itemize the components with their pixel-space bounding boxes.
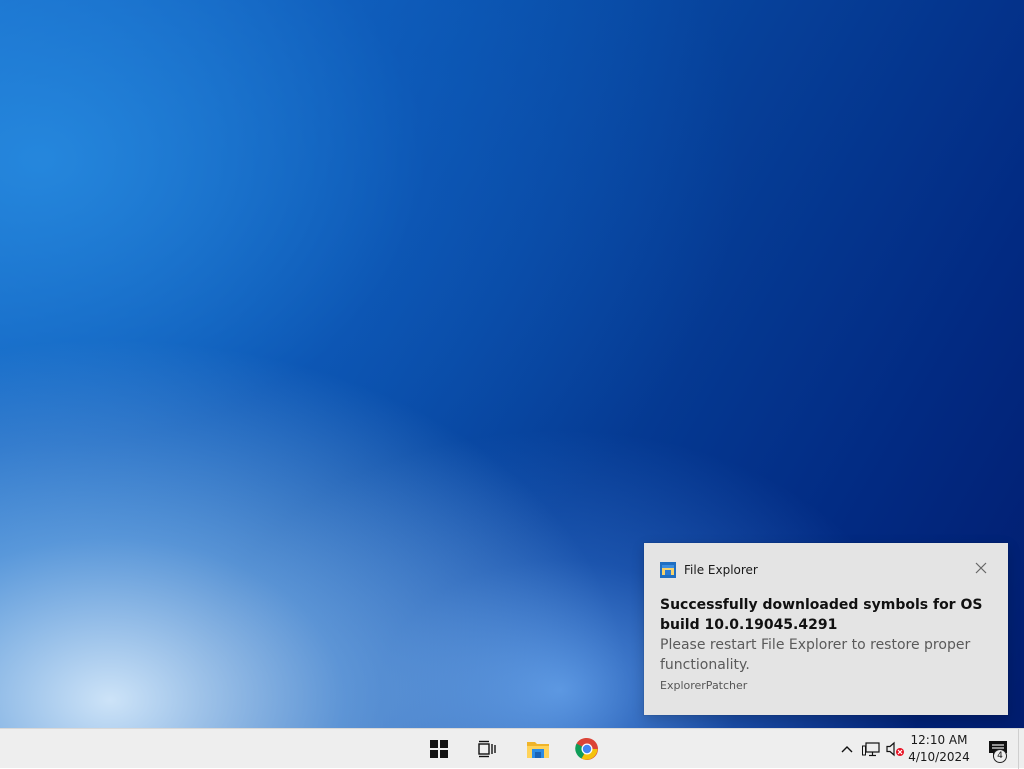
start-button[interactable] bbox=[415, 729, 463, 769]
toast-notification[interactable]: File Explorer Successfully downloaded sy… bbox=[644, 543, 1008, 715]
task-view-button[interactable] bbox=[463, 729, 511, 769]
windows-logo-icon bbox=[430, 740, 448, 758]
toast-title: Successfully downloaded symbols for OS b… bbox=[660, 597, 983, 633]
toast-attribution: ExplorerPatcher bbox=[660, 679, 748, 692]
show-desktop-button[interactable] bbox=[1018, 729, 1024, 769]
network-icon bbox=[862, 742, 880, 757]
volume-button[interactable] bbox=[884, 729, 906, 769]
folder-icon bbox=[527, 742, 549, 758]
network-button[interactable] bbox=[860, 729, 882, 769]
chrome-button[interactable] bbox=[563, 729, 611, 769]
clock-time: 12:10 AM bbox=[910, 733, 968, 747]
chrome-icon bbox=[575, 737, 598, 760]
taskbar: 12:10 AM 4/10/2024 4 bbox=[0, 728, 1024, 769]
close-icon[interactable] bbox=[974, 561, 988, 575]
volume-muted-icon bbox=[886, 741, 904, 757]
notification-count-badge: 4 bbox=[993, 749, 1007, 763]
toast-body: Please restart File Explorer to restore … bbox=[660, 637, 971, 673]
task-view-icon bbox=[478, 740, 496, 758]
clock-date: 4/10/2024 bbox=[908, 750, 970, 764]
chevron-up-icon bbox=[841, 746, 853, 753]
file-explorer-icon bbox=[660, 562, 676, 578]
file-explorer-button[interactable] bbox=[514, 729, 562, 769]
tray-overflow-button[interactable] bbox=[837, 729, 857, 769]
toast-header: File Explorer bbox=[660, 562, 758, 578]
toast-app-name: File Explorer bbox=[684, 563, 758, 577]
clock[interactable]: 12:10 AM 4/10/2024 bbox=[906, 732, 972, 766]
